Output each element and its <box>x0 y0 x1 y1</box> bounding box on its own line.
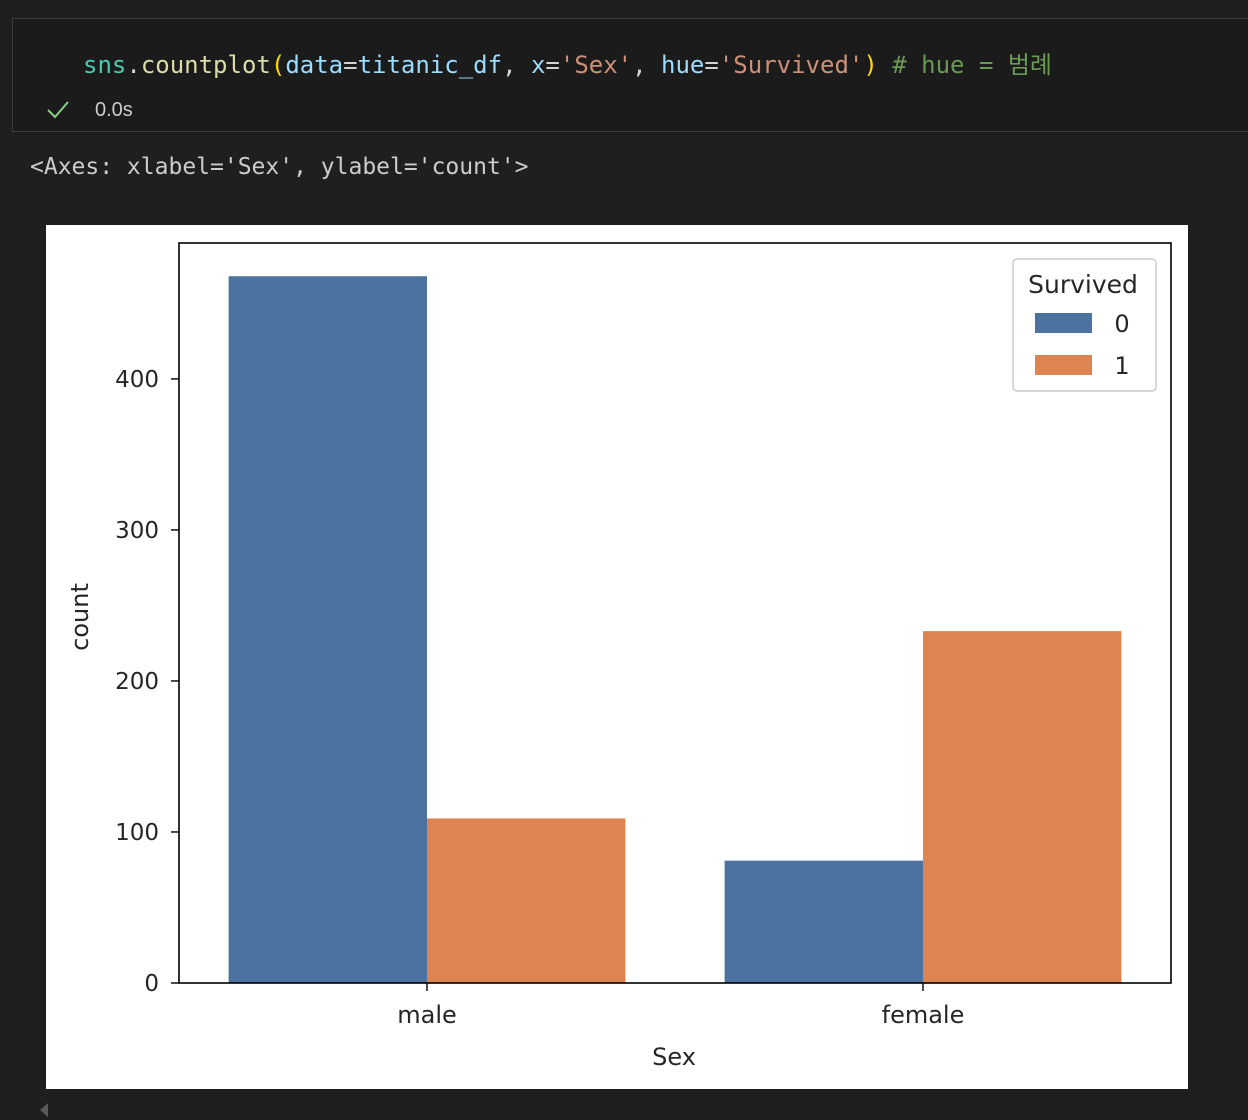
execution-status: 0.0s <box>45 97 133 123</box>
code-token-value-df: titanic_df <box>357 51 503 79</box>
bar-male-survived-1 <box>427 818 626 983</box>
bar-female-survived-0 <box>724 860 923 983</box>
code-token-equals: = <box>343 51 358 79</box>
code-token-param-x: x <box>530 51 546 79</box>
code-token-function: countplot <box>140 51 271 79</box>
cell-output-repr: <Axes: xlabel='Sex', ylabel='count'> <box>30 154 529 180</box>
check-icon <box>45 97 71 123</box>
scroll-left-arrow[interactable] <box>40 1103 48 1117</box>
code-token-close-paren: ) <box>863 51 878 79</box>
code-line[interactable]: sns.countplot(data=titanic_df, x='Sex', … <box>83 45 1052 80</box>
code-token-param-data: data <box>285 51 344 79</box>
code-token-string-sex: 'Sex' <box>559 51 633 79</box>
legend-swatch-0 <box>1035 313 1092 333</box>
x-axis-label: Sex <box>652 1043 696 1071</box>
notebook-cell[interactable]: sns.countplot(data=titanic_df, x='Sex', … <box>12 18 1248 132</box>
y-tick-label: 300 <box>115 518 159 544</box>
code-token-equals: = <box>545 51 560 79</box>
code-token-object: sns <box>83 51 127 79</box>
code-comment: # hue = 범례 <box>877 51 1052 79</box>
bar-male-survived-0 <box>228 276 427 983</box>
code-token-open-paren: ( <box>270 51 286 79</box>
y-tick-label: 100 <box>115 820 159 846</box>
code-token-param-hue: hue <box>661 51 705 79</box>
bar-female-survived-1 <box>923 631 1122 983</box>
legend-label-1: 1 <box>1114 352 1129 380</box>
code-token-equals: = <box>704 51 719 79</box>
code-token-string-survived: 'Survived' <box>718 51 864 79</box>
chart-legend: Survived 0 1 <box>1012 258 1157 392</box>
countplot-chart: 0 100 200 300 400 male female count Sex Survi… <box>66 242 1172 1071</box>
code-token-comma: , <box>632 51 662 79</box>
legend-title: Survived <box>1028 270 1138 299</box>
x-tick-label-female: female <box>882 1001 965 1029</box>
y-tick-label: 400 <box>115 367 159 393</box>
y-axis-label: count <box>66 583 94 651</box>
legend-label-0: 0 <box>1114 310 1129 338</box>
y-tick-label: 200 <box>115 669 159 695</box>
execution-duration: 0.0s <box>95 98 133 121</box>
code-token-dot: . <box>126 51 141 79</box>
y-tick-label: 0 <box>144 971 159 997</box>
plot-output: 0 100 200 300 400 male female count Sex Survi… <box>46 225 1188 1089</box>
x-tick-label-male: male <box>397 1001 457 1029</box>
legend-swatch-1 <box>1035 355 1092 375</box>
code-token-comma: , <box>502 51 531 79</box>
